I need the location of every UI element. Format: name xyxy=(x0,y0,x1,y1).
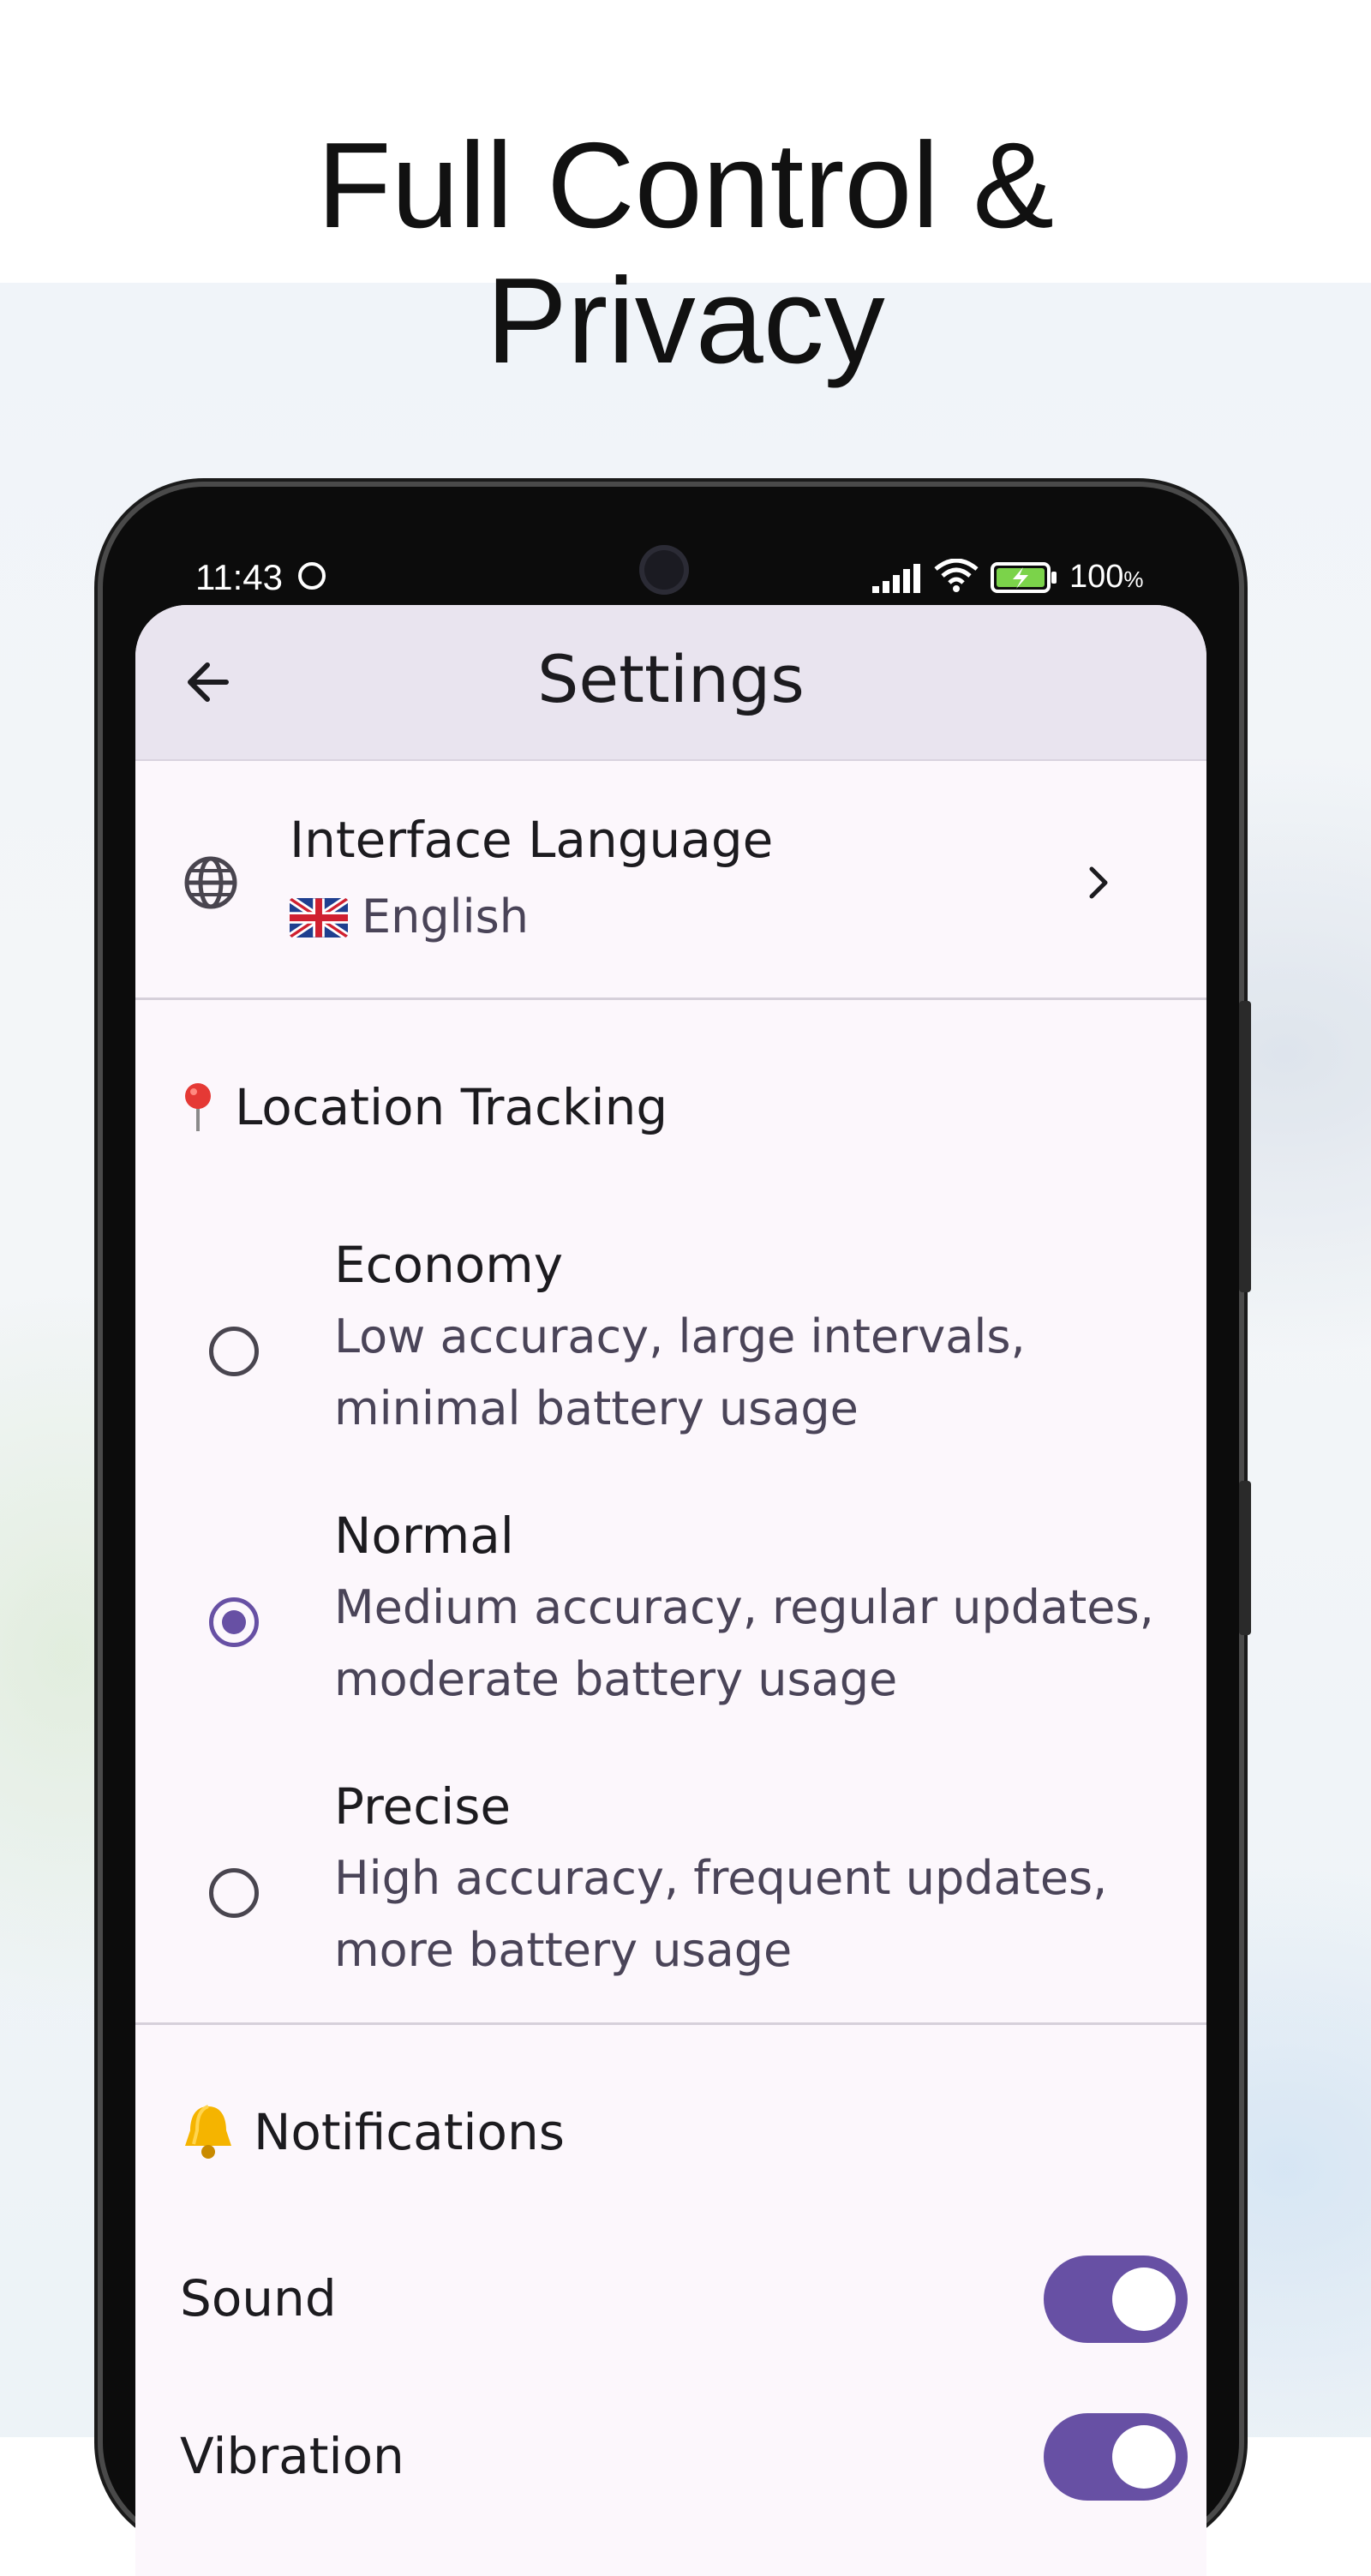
notifications-section-label: Notifications xyxy=(254,2103,566,2161)
radio-economy[interactable] xyxy=(209,1327,259,1376)
app-screen: Settings Interface Language English Loca… xyxy=(135,605,1206,2576)
language-label: Interface Language xyxy=(290,811,774,869)
front-camera xyxy=(639,545,689,595)
switch-knob xyxy=(1112,2267,1176,2331)
wifi-icon xyxy=(934,559,979,592)
status-bar: 11:43 100% xyxy=(103,487,1239,607)
battery-icon xyxy=(991,562,1057,593)
power-button xyxy=(1239,1481,1251,1635)
divider xyxy=(135,997,1206,1000)
sound-switch[interactable] xyxy=(1044,2255,1188,2343)
option-title: Economy xyxy=(334,1236,564,1294)
vibration-label: Vibration xyxy=(180,2427,404,2485)
sound-label: Sound xyxy=(180,2269,337,2327)
pin-icon xyxy=(185,1083,211,1131)
page-title: Settings xyxy=(537,641,805,717)
bell-icon xyxy=(185,2105,231,2159)
location-section-label: Location Tracking xyxy=(235,1078,668,1136)
option-description: Medium accuracy, regular updates, modera… xyxy=(334,1580,1154,1706)
interface-language-row[interactable]: Interface Language English xyxy=(135,761,1206,997)
option-title: Precise xyxy=(334,1777,512,1836)
battery-percentage: 100% xyxy=(1069,559,1144,596)
radio-precise[interactable] xyxy=(209,1868,259,1918)
notification-app-icon xyxy=(298,562,326,590)
volume-button xyxy=(1239,1001,1251,1292)
vibration-switch[interactable] xyxy=(1044,2413,1188,2501)
status-time: 11:43 xyxy=(195,557,283,597)
uk-flag-icon xyxy=(290,898,348,938)
option-title: Normal xyxy=(334,1507,514,1565)
battery-level: 100 xyxy=(1069,559,1124,595)
promo-headline: Full Control & Privacy xyxy=(0,118,1371,389)
chevron-right-icon xyxy=(1089,866,1108,899)
app-bar: Settings xyxy=(135,605,1206,761)
divider xyxy=(135,2022,1206,2025)
sound-toggle-row[interactable]: Sound xyxy=(135,2250,1206,2353)
option-description: Low accuracy, large intervals, minimal b… xyxy=(334,1309,1026,1435)
headline-line-1: Full Control & xyxy=(316,117,1055,254)
battery-unit: % xyxy=(1123,566,1144,592)
option-description: High accuracy, frequent updates, more ba… xyxy=(334,1851,1108,1977)
notifications-section-title: Notifications xyxy=(178,2103,565,2161)
vibration-toggle-row[interactable]: Vibration xyxy=(135,2408,1206,2511)
headline-line-2: Privacy xyxy=(486,253,885,389)
location-section-title: Location Tracking xyxy=(182,1078,668,1136)
globe-icon xyxy=(184,856,237,909)
phone-frame: 11:43 100% Settings Interface Language E… xyxy=(103,487,1251,2576)
location-option-normal[interactable]: Normal Medium accuracy, regular updates,… xyxy=(135,1501,1206,1741)
location-option-precise[interactable]: Precise High accuracy, frequent updates,… xyxy=(135,1772,1206,2012)
location-option-economy[interactable]: Economy Low accuracy, large intervals, m… xyxy=(135,1231,1206,1471)
signal-icon xyxy=(872,564,920,593)
language-value: English xyxy=(290,890,529,944)
radio-normal[interactable] xyxy=(209,1597,259,1647)
language-value-text: English xyxy=(362,890,529,944)
switch-knob xyxy=(1112,2425,1176,2489)
